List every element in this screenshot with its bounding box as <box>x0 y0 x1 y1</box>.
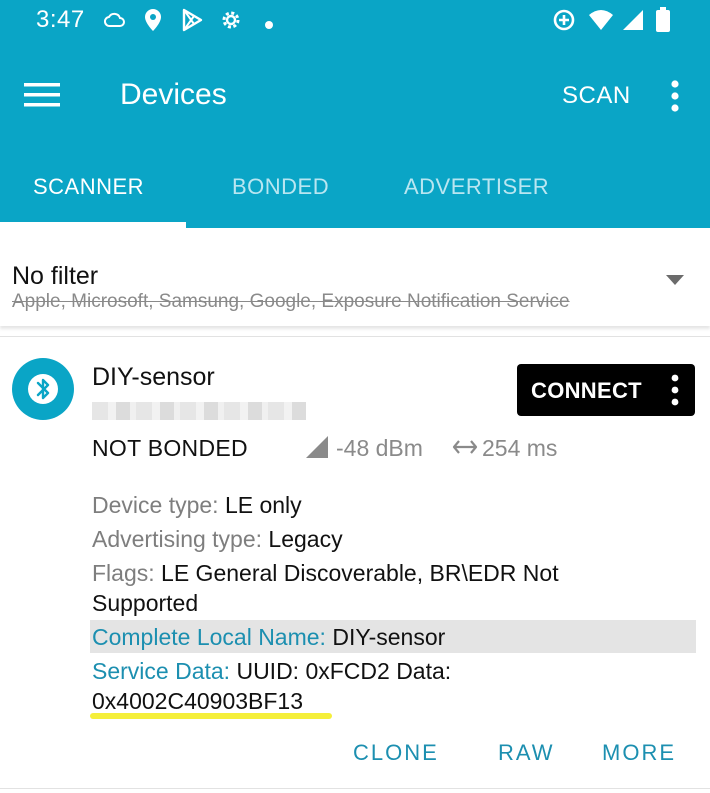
flags-row: Flags: LE General Discoverable, BR\EDR N… <box>92 558 559 588</box>
device-type-row: Device type: LE only <box>92 490 302 520</box>
divider <box>0 788 710 789</box>
device-name: DIY-sensor <box>92 363 215 391</box>
tab-advertiser[interactable]: ADVERTISER <box>404 174 549 200</box>
status-bar: 3:47 <box>0 0 710 40</box>
page-title: Devices <box>120 78 227 111</box>
wifi-icon <box>588 9 614 36</box>
play-store-icon <box>181 8 203 37</box>
cloud-icon <box>103 10 126 35</box>
overflow-menu-icon[interactable] <box>670 80 680 117</box>
divider <box>0 336 710 337</box>
data-saver-icon <box>552 8 576 37</box>
service-data-row-continued: 0x4002C40903BF13 <box>92 686 303 716</box>
connect-label: CONNECT <box>531 378 642 403</box>
bluetooth-icon <box>12 358 74 420</box>
tab-scanner[interactable]: SCANNER <box>33 174 144 200</box>
advertising-interval: 254 ms <box>482 435 558 461</box>
local-name-label: Complete Local Name: <box>92 624 326 650</box>
service-data-row: Service Data: UUID: 0xFCD2 Data: <box>92 656 451 686</box>
local-name-row: Complete Local Name: DIY-sensor <box>92 622 445 652</box>
rssi-value: -48 dBm <box>336 435 423 461</box>
filter-dropdown-icon[interactable] <box>666 272 684 290</box>
device-address-redacted <box>92 402 306 420</box>
location-icon <box>143 8 163 37</box>
raw-button[interactable]: RAW <box>498 740 555 766</box>
device-type-value: LE only <box>224 492 302 518</box>
connect-options-icon[interactable] <box>667 374 683 406</box>
local-name-value: DIY-sensor <box>332 624 446 650</box>
flags-label: Flags: <box>92 560 155 586</box>
battery-icon <box>655 7 671 38</box>
more-button[interactable]: MORE <box>602 740 676 766</box>
dot-icon <box>265 16 273 34</box>
device-type-label: Device type: <box>92 492 219 518</box>
filter-title: No filter <box>12 262 99 290</box>
service-data-value-continued: 0x4002C40903BF13 <box>92 688 303 714</box>
clone-button[interactable]: CLONE <box>353 740 439 766</box>
advertising-type-label: Advertising type: <box>92 526 263 552</box>
flags-value: LE General Discoverable, BR\EDR Not <box>161 560 559 586</box>
tab-bonded[interactable]: BONDED <box>232 174 329 200</box>
menu-icon[interactable] <box>24 82 60 113</box>
connect-button[interactable]: CONNECT <box>517 364 695 416</box>
filter-excluded-list: Apple, Microsoft, Samsung, Google, Expos… <box>12 291 570 312</box>
signal-strength-icon <box>306 436 328 463</box>
status-time: 3:47 <box>36 6 85 33</box>
settings-gear-icon <box>219 8 243 37</box>
flags-value-continued: Supported <box>92 590 199 616</box>
flags-row-continued: Supported <box>92 588 198 618</box>
bond-state: NOT BONDED <box>92 435 248 461</box>
interval-arrows-icon <box>452 438 478 461</box>
signal-icon <box>621 9 645 36</box>
advertising-type-value: Legacy <box>268 526 343 552</box>
service-data-value: UUID: 0xFCD2 Data: <box>236 658 452 684</box>
service-data-label: Service Data: <box>92 658 231 684</box>
scan-button[interactable]: SCAN <box>562 82 631 110</box>
advertising-type-row: Advertising type: Legacy <box>92 524 343 554</box>
